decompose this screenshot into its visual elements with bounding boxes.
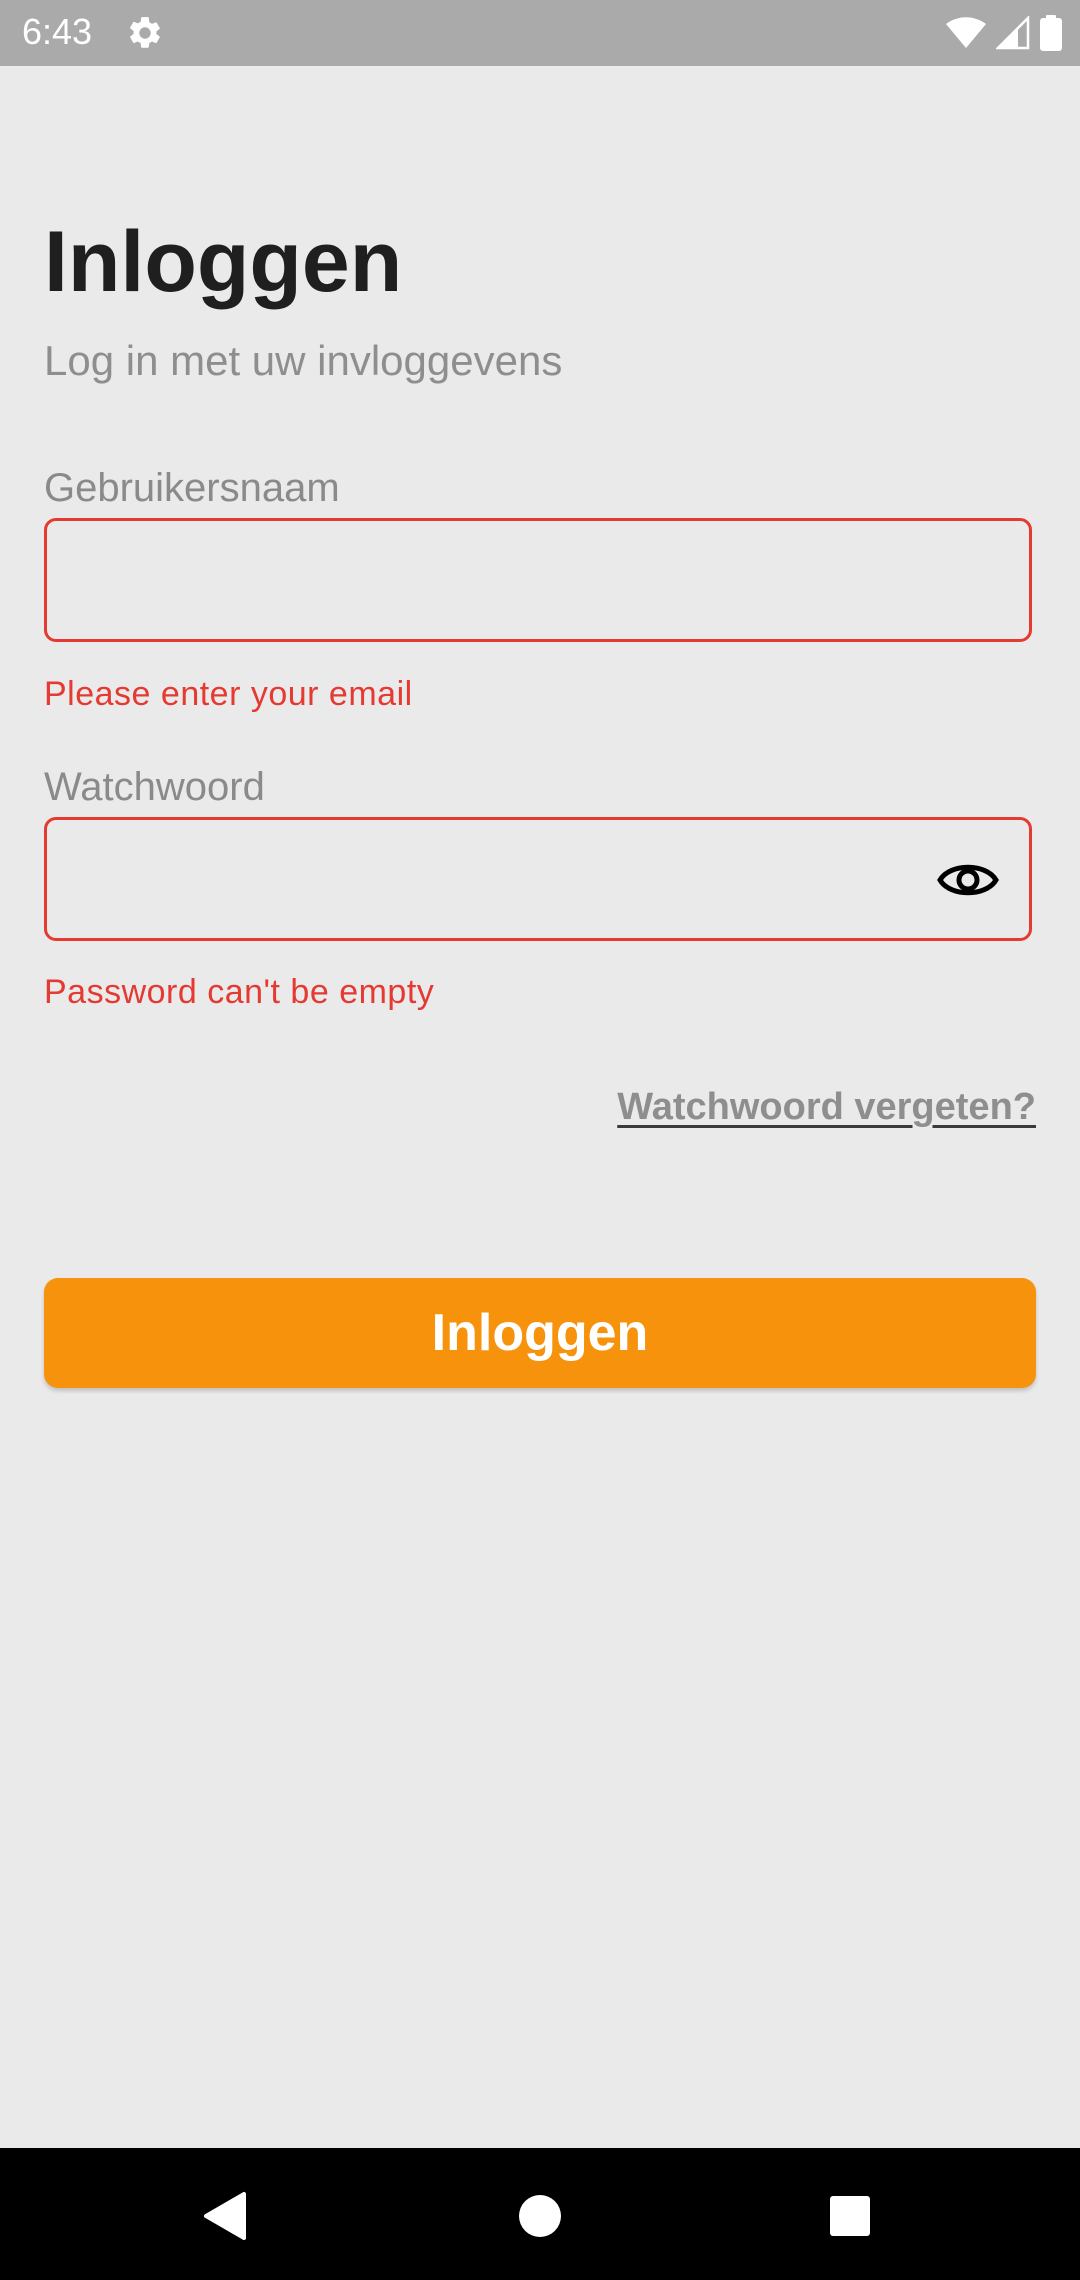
page-title: Inloggen — [44, 214, 403, 310]
recents-icon[interactable] — [822, 2188, 878, 2244]
signal-icon — [996, 16, 1030, 50]
forgot-password-link[interactable]: Watchwoord vergeten? — [617, 1084, 1036, 1130]
wifi-icon — [946, 17, 986, 49]
login-button[interactable]: Inloggen — [44, 1278, 1036, 1388]
page-subtitle: Log in met uw invloggevens — [44, 337, 563, 384]
username-error: Please enter your email — [44, 675, 413, 713]
battery-icon — [1040, 15, 1062, 51]
eye-icon[interactable] — [937, 856, 999, 904]
password-label: Watchwoord — [44, 765, 265, 809]
settings-icon — [126, 14, 164, 52]
status-indicators — [946, 14, 1062, 52]
username-label: Gebruikersnaam — [44, 466, 340, 510]
username-input[interactable] — [47, 521, 907, 639]
navigation-bar — [0, 2148, 1080, 2280]
back-icon[interactable] — [198, 2188, 254, 2244]
username-field-box — [44, 518, 1032, 642]
status-bar: 6:43 — [0, 0, 1080, 66]
home-icon[interactable] — [512, 2188, 568, 2244]
password-input[interactable] — [47, 820, 907, 938]
status-time: 6:43 — [22, 11, 93, 52]
password-field-box — [44, 817, 1032, 941]
password-error: Password can't be empty — [44, 973, 435, 1011]
